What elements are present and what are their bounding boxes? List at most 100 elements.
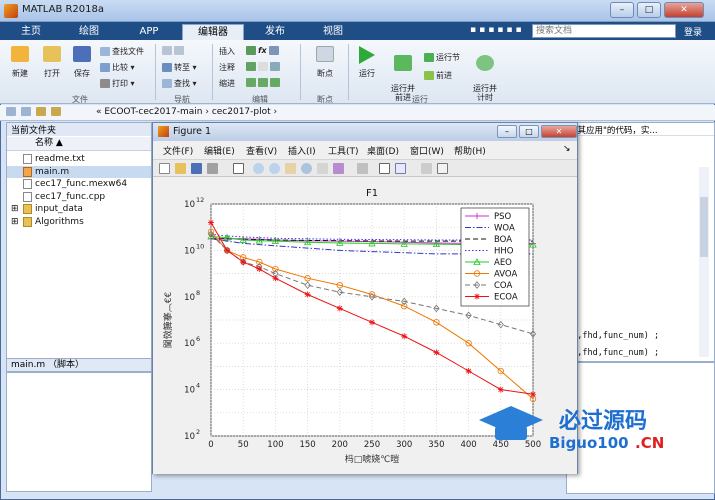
colorbar-icon[interactable] bbox=[379, 163, 390, 174]
new-icon bbox=[11, 46, 29, 62]
menu-edit[interactable]: 编辑(E) bbox=[204, 144, 235, 157]
new-figure-icon[interactable] bbox=[159, 163, 170, 174]
y-tick-exponent: 2 bbox=[196, 428, 200, 436]
maximize-button[interactable]: □ bbox=[637, 2, 661, 18]
expand-icon[interactable]: ⊞ bbox=[11, 203, 19, 215]
rotate-icon[interactable] bbox=[301, 163, 312, 174]
x-tick-label: 300 bbox=[396, 440, 412, 450]
y-tick-label: 10 bbox=[184, 386, 195, 396]
open-file-icon[interactable] bbox=[175, 163, 186, 174]
watermark-text-2: Biguo100 bbox=[549, 434, 629, 452]
expand-icon[interactable]: ⊞ bbox=[11, 216, 19, 228]
file-icon bbox=[23, 191, 32, 202]
tab-home[interactable]: 主页 bbox=[4, 24, 58, 40]
pointer-icon[interactable] bbox=[233, 163, 244, 174]
open-button[interactable]: 打开 bbox=[38, 46, 66, 79]
dock-arrow-icon[interactable]: ↘ bbox=[563, 144, 571, 154]
close-button[interactable]: ✕ bbox=[664, 2, 704, 18]
menu-file[interactable]: 文件(F) bbox=[163, 144, 193, 157]
legend-label: COA bbox=[494, 281, 512, 291]
file-row[interactable]: ⊞ input_data bbox=[7, 203, 151, 215]
search-input[interactable]: 搜索文档 bbox=[532, 24, 676, 38]
link-plot-icon[interactable] bbox=[357, 163, 368, 174]
brush-icon[interactable] bbox=[333, 163, 344, 174]
insert-button[interactable]: 插入 bbox=[219, 46, 235, 57]
zoom-in-icon[interactable] bbox=[253, 163, 264, 174]
file-row[interactable]: main.m bbox=[7, 165, 151, 178]
advance-icon bbox=[424, 71, 434, 80]
minimize-button[interactable]: – bbox=[610, 2, 634, 18]
indent-tools[interactable] bbox=[246, 78, 282, 87]
goto-button[interactable]: 转至 ▾ bbox=[162, 62, 197, 73]
figure-maximize-button[interactable]: □ bbox=[519, 125, 539, 138]
save-figure-icon[interactable] bbox=[191, 163, 202, 174]
menu-desktop[interactable]: 桌面(D) bbox=[367, 144, 399, 157]
print-figure-icon[interactable] bbox=[207, 163, 218, 174]
menu-window[interactable]: 窗口(W) bbox=[410, 144, 444, 157]
editor-scrollbar[interactable] bbox=[699, 167, 709, 357]
print-button[interactable]: 打印 ▾ bbox=[100, 78, 135, 89]
menu-insert[interactable]: 插入(I) bbox=[288, 144, 316, 157]
pan-icon[interactable] bbox=[285, 163, 296, 174]
run-section-icon bbox=[424, 53, 434, 62]
figure-minimize-button[interactable]: – bbox=[497, 125, 517, 138]
file-row[interactable]: cec17_func.cpp bbox=[7, 191, 151, 203]
nav-arrows[interactable] bbox=[162, 46, 186, 55]
scrollbar-thumb[interactable] bbox=[700, 197, 708, 257]
show-plot-tools-icon[interactable] bbox=[437, 163, 448, 174]
menu-help[interactable]: 帮助(H) bbox=[454, 144, 486, 157]
tab-editor[interactable]: 编辑器 bbox=[182, 24, 244, 40]
file-name: cec17_func.cpp bbox=[35, 191, 106, 202]
login-link[interactable]: 登录 bbox=[684, 25, 702, 38]
name-column-header[interactable]: 名称 ▲ bbox=[7, 137, 151, 151]
quick-access-toolbar[interactable]: ▪▪▪▪▪▪ bbox=[470, 25, 528, 37]
watermark-text-3: .CN bbox=[635, 434, 664, 452]
legend-label: AEO bbox=[494, 258, 512, 268]
tab-apps[interactable]: APP bbox=[122, 24, 176, 40]
figure-close-button[interactable]: ✕ bbox=[541, 125, 577, 138]
compare-button[interactable]: 比较 ▾ bbox=[100, 62, 135, 73]
insert-tools[interactable]: fx bbox=[246, 46, 281, 55]
menu-tools[interactable]: 工具(T) bbox=[328, 144, 359, 157]
tab-plots[interactable]: 绘图 bbox=[62, 24, 116, 40]
data-cursor-icon[interactable] bbox=[317, 163, 328, 174]
find-files-button[interactable]: 查找文件 bbox=[100, 46, 144, 57]
run-and-time-button[interactable]: 运行并 计时 bbox=[468, 46, 502, 111]
indent-button[interactable]: 缩进 bbox=[219, 78, 235, 89]
y-tick-label: 10 bbox=[184, 293, 195, 303]
file-row[interactable]: readme.txt bbox=[7, 153, 151, 165]
function-icon bbox=[269, 46, 280, 55]
save-icon bbox=[73, 46, 91, 62]
tab-view[interactable]: 视图 bbox=[306, 24, 360, 40]
print-icon bbox=[100, 79, 110, 88]
run-button[interactable]: 运行 bbox=[354, 46, 380, 79]
comment-button[interactable]: 注释 bbox=[219, 62, 235, 73]
advance-button[interactable]: 前进 bbox=[424, 70, 452, 81]
file-row[interactable]: ⊞ Algorithms bbox=[7, 216, 151, 228]
tab-publish[interactable]: 发布 bbox=[248, 24, 302, 40]
editor-tab-strip: 及其应用"的代码，实... bbox=[567, 123, 714, 136]
data-point bbox=[433, 349, 440, 356]
run-section-button[interactable]: 运行节 bbox=[424, 52, 460, 63]
breakpoints-button[interactable]: 断点 bbox=[308, 46, 342, 79]
comment-tools[interactable] bbox=[246, 62, 282, 71]
save-button[interactable]: 保存 bbox=[68, 46, 96, 79]
file-name: Algorithms bbox=[35, 216, 84, 227]
new-button[interactable]: 新建 bbox=[6, 46, 34, 79]
menu-view[interactable]: 查看(V) bbox=[246, 144, 277, 157]
divider bbox=[300, 44, 301, 100]
watermark-text-1: 必过源码 bbox=[559, 408, 647, 434]
hide-plot-tools-icon[interactable] bbox=[421, 163, 432, 174]
address-nav-buttons[interactable] bbox=[6, 107, 86, 119]
data-point bbox=[208, 219, 214, 226]
breadcrumb[interactable]: « ECOOT-cec2017-main › cec2017-plot › bbox=[96, 107, 277, 117]
watermark-logo: 必过源码 Biguo100 .CN bbox=[479, 406, 664, 452]
find-button[interactable]: 查找 ▾ bbox=[162, 78, 197, 89]
file-row[interactable]: cec17_func.mexw64 bbox=[7, 178, 151, 190]
legend-icon[interactable] bbox=[395, 163, 406, 174]
run-time-icon bbox=[476, 55, 494, 71]
compare-icon bbox=[100, 63, 110, 72]
x-tick-label: 0 bbox=[208, 440, 213, 450]
zoom-out-icon[interactable] bbox=[269, 163, 280, 174]
outdent-icon bbox=[270, 78, 280, 87]
